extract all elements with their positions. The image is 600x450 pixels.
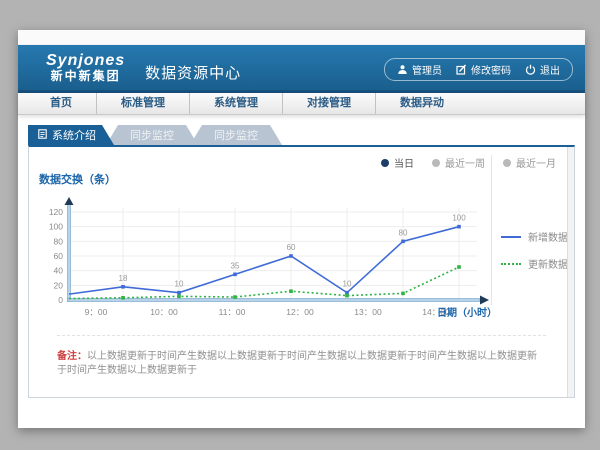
radio-label: 最近一月 xyxy=(516,155,556,170)
svg-text:10: 10 xyxy=(343,280,352,289)
radio-last-month[interactable]: 最近一月 xyxy=(503,155,556,170)
legend-divider xyxy=(491,155,492,305)
change-password-label: 修改密码 xyxy=(471,62,511,77)
svg-text:10：00: 10：00 xyxy=(150,307,178,317)
document-icon xyxy=(38,129,47,142)
app-header: Synjones 新中新集团 数据资源中心 管理员 修改密码 退出 xyxy=(18,45,585,93)
svg-text:120: 120 xyxy=(49,207,63,217)
content-area: 系统介绍 同步监控 同步监控 当日 最近一周 xyxy=(18,115,585,398)
nav-item-standard-mgmt[interactable]: 标准管理 xyxy=(96,93,189,114)
logout-label: 退出 xyxy=(540,62,560,77)
radio-last-week[interactable]: 最近一周 xyxy=(432,155,485,170)
admin-user-button[interactable]: 管理员 xyxy=(397,62,442,77)
svg-text:9：00: 9：00 xyxy=(85,307,108,317)
svg-text:0: 0 xyxy=(58,295,63,305)
footnote-text: 以上数据更新于时间产生数据以上数据更新于时间产生数据以上数据更新于时间产生数据以… xyxy=(57,351,537,376)
company-logo: Synjones 新中新集团 xyxy=(46,53,125,82)
logo-subtext: 新中新集团 xyxy=(46,70,125,83)
svg-text:13：00: 13：00 xyxy=(354,307,382,317)
logo-text: Synjones xyxy=(46,53,125,70)
tab-bar: 系统介绍 同步监控 同步监控 xyxy=(28,125,585,145)
svg-text:80: 80 xyxy=(399,228,408,237)
panel-scrollbar[interactable] xyxy=(567,147,574,397)
svg-text:35: 35 xyxy=(231,261,240,270)
tab-label: 同步监控 xyxy=(214,127,258,143)
svg-text:10: 10 xyxy=(175,280,184,289)
radio-selected-icon xyxy=(381,159,389,167)
svg-text:60: 60 xyxy=(54,251,64,261)
radio-unselected-icon xyxy=(432,159,440,167)
chart-y-axis-title: 数据交换（条） xyxy=(39,171,116,187)
change-password-button[interactable]: 修改密码 xyxy=(456,62,511,77)
svg-text:100: 100 xyxy=(49,222,63,232)
radio-label: 当日 xyxy=(394,155,414,170)
radio-label: 最近一周 xyxy=(445,155,485,170)
legend-label: 新增数据 xyxy=(528,229,568,244)
svg-text:60: 60 xyxy=(287,243,296,252)
nav-item-data-change[interactable]: 数据异动 xyxy=(375,93,468,114)
header-actions: 管理员 修改密码 退出 xyxy=(384,58,573,81)
radio-today[interactable]: 当日 xyxy=(381,155,414,170)
logout-button[interactable]: 退出 xyxy=(525,62,560,77)
page-title: 数据资源中心 xyxy=(145,62,241,83)
svg-text:20: 20 xyxy=(54,280,64,290)
desktop: { "header": { "logo_text": "Synjones", "… xyxy=(0,0,600,450)
nav-item-home[interactable]: 首页 xyxy=(26,93,96,114)
footnote-prefix: 备注： xyxy=(57,351,87,362)
nav-item-system-mgmt[interactable]: 系统管理 xyxy=(189,93,282,114)
svg-text:18: 18 xyxy=(119,274,128,283)
tab-sync-monitor-1[interactable]: 同步监控 xyxy=(106,125,198,145)
nav-item-interface-mgmt[interactable]: 对接管理 xyxy=(282,93,375,114)
tab-sync-monitor-2[interactable]: 同步监控 xyxy=(190,125,282,145)
line-chart: 0 20 40 60 80 100 120 18 10 35 60 10 80 100 9：00 10：00 1… xyxy=(39,192,509,332)
tab-system-intro[interactable]: 系统介绍 xyxy=(28,125,114,145)
edit-icon xyxy=(456,64,467,75)
tab-label: 系统介绍 xyxy=(52,127,96,143)
power-icon xyxy=(525,64,536,75)
svg-text:80: 80 xyxy=(54,236,64,246)
app-window: Synjones 新中新集团 数据资源中心 管理员 修改密码 退出 xyxy=(18,30,585,428)
time-range-radios: 当日 最近一周 最近一月 xyxy=(381,155,556,170)
legend-label: 更新数据 xyxy=(528,256,568,271)
svg-text:12：00: 12：00 xyxy=(286,307,314,317)
dotted-line-icon xyxy=(501,263,521,265)
radio-unselected-icon xyxy=(503,159,511,167)
page-top-strip xyxy=(18,30,585,45)
svg-text:40: 40 xyxy=(54,266,64,276)
svg-text:11：00: 11：00 xyxy=(219,307,246,317)
user-icon xyxy=(397,64,408,75)
solid-line-icon xyxy=(501,236,521,238)
svg-text:100: 100 xyxy=(452,214,466,223)
footnote: 备注：以上数据更新于时间产生数据以上数据更新于时间产生数据以上数据更新于时间产生… xyxy=(57,335,546,378)
admin-user-label: 管理员 xyxy=(412,62,442,77)
svg-text:日期（小时）: 日期（小时） xyxy=(437,306,497,319)
tab-label: 同步监控 xyxy=(130,127,174,143)
chart-panel: 当日 最近一周 最近一月 数据交换（条） 0 20 40 60 80 100 120 18 10… xyxy=(28,145,575,398)
main-nav: 首页 标准管理 系统管理 对接管理 数据异动 xyxy=(18,93,585,115)
